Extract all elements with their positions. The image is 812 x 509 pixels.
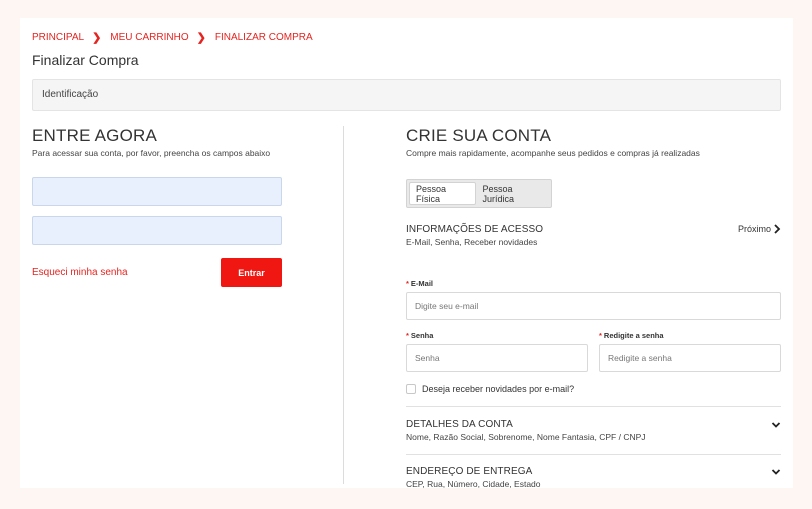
next-step-label: Próximo	[737, 224, 771, 234]
register-email-input[interactable]: Digite seu e-mail	[406, 292, 781, 320]
breadcrumb-current[interactable]: FINALIZAR COMPRA	[215, 32, 313, 43]
password-placeholder: Senha	[415, 353, 440, 363]
page-title: Finalizar Compra	[32, 52, 139, 68]
chevron-right-icon: ❯	[196, 32, 206, 44]
register-section: CRIE SUA CONTA Compre mais rapidamente, …	[406, 126, 781, 489]
email-placeholder: Digite seu e-mail	[415, 301, 479, 311]
chevron-right-icon: ❯	[92, 32, 102, 44]
register-subtitle: Compre mais rapidamente, acompanhe seus …	[406, 148, 700, 158]
access-section-header[interactable]: INFORMAÇÕES DE ACESSO E-Mail, Senha, Rec…	[406, 224, 781, 247]
section-divider	[406, 406, 781, 407]
section-divider	[406, 454, 781, 455]
person-type-juridica[interactable]: Pessoa Jurídica	[476, 182, 549, 205]
login-password-field[interactable]	[32, 216, 282, 245]
delivery-address-subtitle: CEP, Rua, Número, Cidade, Estado	[406, 479, 541, 489]
newsletter-checkbox[interactable]	[406, 384, 416, 394]
breadcrumb-link-carrinho[interactable]: MEU CARRINHO	[110, 32, 188, 43]
section-divider	[343, 126, 344, 484]
register-title: CRIE SUA CONTA	[406, 126, 552, 145]
account-details-subtitle: Nome, Razão Social, Sobrenome, Nome Fant…	[406, 432, 646, 442]
person-type-fisica[interactable]: Pessoa Física	[409, 182, 477, 205]
forgot-password-link[interactable]: Esqueci minha senha	[32, 267, 128, 278]
chevron-down-icon[interactable]	[771, 420, 781, 430]
newsletter-option[interactable]: Deseja receber novidades por e-mail?	[406, 384, 574, 394]
login-title: ENTRE AGORA	[32, 126, 158, 145]
breadcrumb: PRINCIPAL ❯ MEU CARRINHO ❯ FINALIZAR COM…	[32, 31, 313, 44]
checkout-card: PRINCIPAL ❯ MEU CARRINHO ❯ FINALIZAR COM…	[20, 18, 793, 489]
delivery-address-section[interactable]: ENDEREÇO DE ENTREGA CEP, Rua, Número, Ci…	[406, 466, 781, 489]
access-section-title: INFORMAÇÕES DE ACESSO	[406, 224, 544, 235]
account-details-section[interactable]: DETALHES DA CONTA Nome, Razão Social, So…	[406, 419, 781, 442]
access-section-subtitle: E-Mail, Senha, Receber novidades	[406, 237, 538, 247]
next-step-button[interactable]: Próximo	[738, 224, 781, 234]
person-type-toggle: Pessoa Física Pessoa Jurídica	[406, 179, 552, 208]
confirm-password-placeholder: Redigite a senha	[608, 353, 672, 363]
step-bar: Identificação	[32, 79, 781, 111]
password-label: * Senha	[406, 331, 434, 340]
newsletter-label: Deseja receber novidades por e-mail?	[422, 384, 575, 394]
login-section: ENTRE AGORA Para acessar sua conta, por …	[32, 126, 282, 245]
login-subtitle: Para acessar sua conta, por favor, preen…	[32, 148, 271, 158]
chevron-down-icon[interactable]	[771, 467, 781, 477]
chevron-right-icon	[774, 224, 781, 234]
breadcrumb-link-principal[interactable]: PRINCIPAL	[32, 32, 84, 43]
login-email-field[interactable]	[32, 177, 282, 206]
step-label: Identificação	[42, 89, 99, 100]
account-details-title: DETALHES DA CONTA	[406, 419, 513, 430]
register-confirm-password-input[interactable]: Redigite a senha	[599, 344, 781, 372]
email-label: * E-Mail	[406, 279, 434, 288]
register-password-input[interactable]: Senha	[406, 344, 588, 372]
delivery-address-title: ENDEREÇO DE ENTREGA	[406, 466, 533, 477]
login-submit-button[interactable]: Entrar	[221, 258, 282, 287]
confirm-password-label: * Redigite a senha	[599, 331, 664, 340]
